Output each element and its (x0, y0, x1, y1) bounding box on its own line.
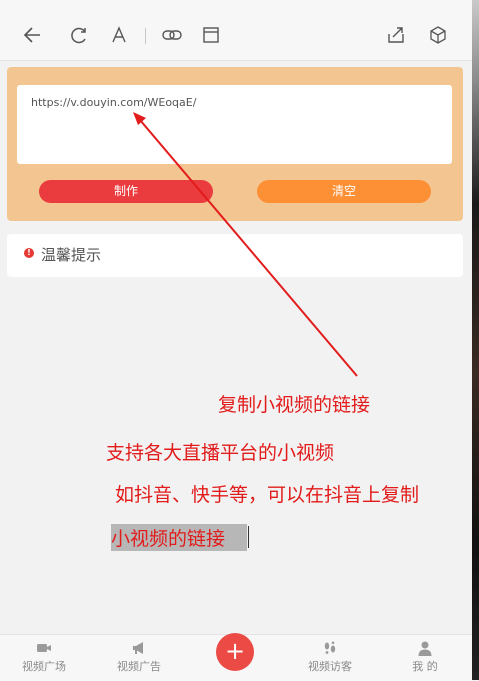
annotation-copy-link: 复制小视频的链接 (218, 394, 371, 416)
nav-video-ads[interactable]: 视频广告 (104, 640, 174, 674)
toolbar-separator (145, 28, 146, 44)
refresh-icon[interactable] (68, 24, 90, 46)
back-icon[interactable] (22, 24, 44, 46)
text-cursor (248, 526, 249, 548)
alert-icon: ! (24, 248, 34, 258)
footprint-icon (324, 641, 336, 654)
nav-label: 视频访客 (308, 660, 352, 673)
nav-label: 视频广场 (22, 660, 66, 673)
nav-label: 我 的 (412, 660, 438, 673)
nav-video-visitors[interactable]: 视频访客 (295, 640, 365, 674)
annotation-supported-platforms: 支持各大直播平台的小视频 (106, 442, 335, 464)
nav-me[interactable]: 我 的 (390, 640, 460, 674)
annotation-selected-text: 小视频的链接 (111, 524, 248, 551)
cube-icon[interactable] (427, 24, 449, 46)
megaphone-icon (133, 642, 143, 654)
share-icon[interactable] (385, 24, 407, 46)
clear-button[interactable]: 清空 (257, 180, 431, 203)
make-button[interactable]: 制作 (39, 180, 213, 203)
background-window-strip (472, 0, 479, 680)
add-button[interactable]: + (216, 633, 254, 671)
nav-label: 视频广告 (117, 660, 161, 673)
user-icon (418, 641, 432, 656)
window-icon[interactable] (200, 24, 222, 46)
link-icon[interactable] (161, 24, 183, 46)
annotation-examples: 如抖音、快手等，可以在抖音上复制 (115, 484, 420, 506)
tip-label: 温馨提示 (41, 246, 102, 264)
nav-video-square[interactable]: 视频广场 (9, 640, 79, 674)
text-icon[interactable] (108, 24, 130, 46)
browser-toolbar (0, 0, 472, 61)
video-icon (37, 644, 51, 652)
url-input-value: https://v.douyin.com/WEoqaE/ (31, 96, 197, 109)
